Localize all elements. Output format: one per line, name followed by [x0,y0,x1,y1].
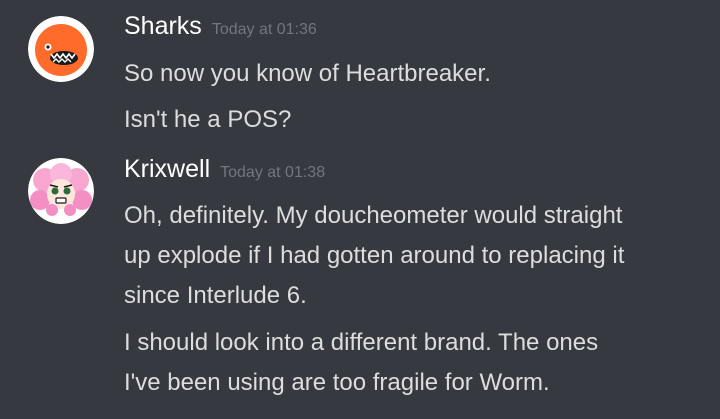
username[interactable]: Sharks [124,12,202,40]
message-line: I should look into a different brand. Th… [124,329,599,356]
message-line: Isn't he a POS? [124,106,292,133]
avatar-sharks[interactable] [28,16,94,82]
pink-hair-avatar-icon [28,158,94,224]
message-line: up explode if I had gotten around to rep… [124,242,625,269]
timestamp: Today at 01:38 [220,164,326,181]
message-line: Oh, definitely. My doucheometer would st… [124,202,623,229]
message-line: So now you know of Heartbreaker. [124,60,491,87]
avatar-krixwell[interactable] [28,158,94,224]
username[interactable]: Krixwell [124,155,210,183]
message-header-sharks: Sharks Today at 01:36 [124,12,317,41]
shark-avatar-icon [28,16,94,82]
message-line: since Interlude 6. [124,282,307,309]
chat-messages: Sharks Today at 01:36 So now you know of … [0,0,720,419]
timestamp: Today at 01:36 [211,21,317,38]
message-line: I've been using are too fragile for Worm… [124,369,550,396]
message-header-krixwell: Krixwell Today at 01:38 [124,155,325,184]
